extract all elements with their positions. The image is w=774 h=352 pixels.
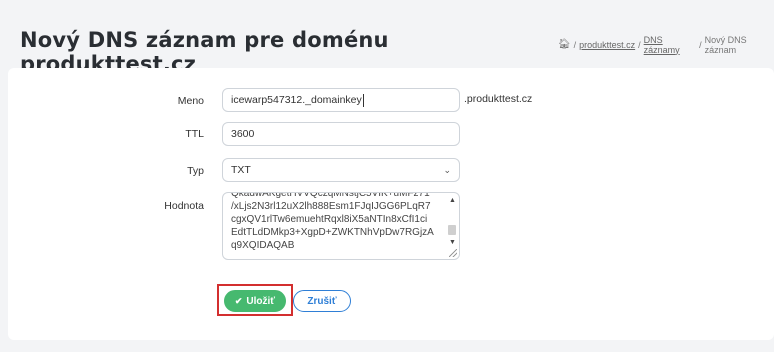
cancel-button-label: Zrušiť <box>307 295 337 307</box>
breadcrumb-separator: / <box>699 39 702 50</box>
resize-handle-icon[interactable] <box>449 249 457 257</box>
breadcrumb: 🏠︎ / produkttest.cz / DNS záznamy / Nový… <box>558 35 774 55</box>
value-textarea-text: QkadwAKgetHVVQczqMNstjC5VIK+uMFz71 /xLjs… <box>231 192 434 251</box>
name-input-value: icewarp547312._domainkey <box>231 94 362 106</box>
save-button-label: Uložiť <box>246 295 276 307</box>
check-icon: ✔ <box>234 295 243 306</box>
form-card: Meno icewarp547312._domainkey .produktte… <box>8 68 774 340</box>
ttl-label: TTL <box>185 128 204 140</box>
chevron-down-icon: ⌄ <box>443 165 451 175</box>
text-cursor <box>362 93 364 107</box>
value-textarea[interactable]: QkadwAKgetHVVQczqMNstjC5VIK+uMFz71 /xLjs… <box>222 192 460 260</box>
home-icon[interactable]: 🏠︎ <box>558 39 571 50</box>
type-select-value: TXT <box>231 164 251 176</box>
breadcrumb-current: Nový DNS záznam <box>704 34 747 55</box>
breadcrumb-domain-link[interactable]: produkttest.cz <box>579 40 635 50</box>
breadcrumb-dns-records-link[interactable]: DNS záznamy <box>644 35 696 55</box>
name-input[interactable]: icewarp547312._domainkey <box>222 88 460 112</box>
breadcrumb-separator: / <box>573 39 577 50</box>
scrollbar-thumb[interactable] <box>448 225 456 235</box>
scroll-up-icon[interactable]: ▲ <box>449 197 456 204</box>
scroll-down-icon[interactable]: ▼ <box>449 239 456 246</box>
ttl-input[interactable]: 3600 <box>222 122 460 146</box>
cancel-button[interactable]: Zrušiť <box>293 290 351 312</box>
type-label: Typ <box>187 165 204 177</box>
textarea-scrollbar[interactable]: ▲ ▼ <box>447 195 457 257</box>
ttl-input-value: 3600 <box>231 128 255 140</box>
breadcrumb-separator: / <box>638 39 641 50</box>
save-button[interactable]: ✔ Uložiť <box>224 290 286 312</box>
value-label: Hodnota <box>164 200 204 212</box>
type-select[interactable]: TXT ⌄ <box>222 158 460 182</box>
domain-suffix: .produkttest.cz <box>464 93 533 105</box>
name-label: Meno <box>177 95 204 107</box>
